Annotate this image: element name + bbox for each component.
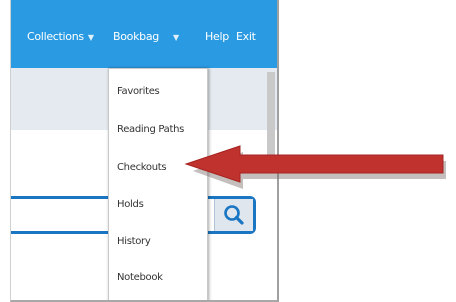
arrow-left-icon [184,145,446,189]
